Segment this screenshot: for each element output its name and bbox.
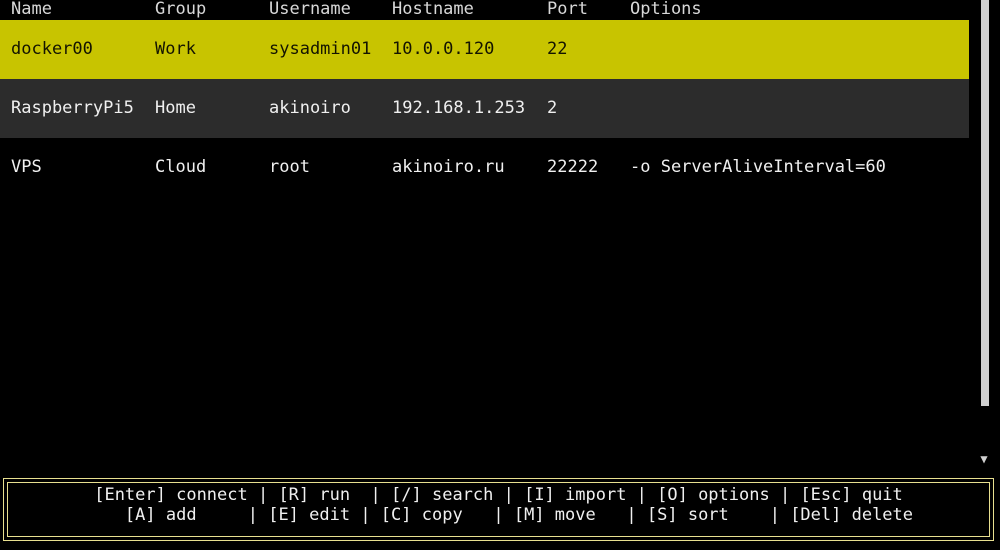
- table-row[interactable]: VPS Cloud root akinoiro.ru 22222 -o Serv…: [0, 138, 969, 197]
- table-row[interactable]: RaspberryPi5 Home akinoiro 192.168.1.253…: [0, 79, 969, 138]
- column-header-port[interactable]: Port: [547, 0, 588, 19]
- host-username: sysadmin01: [269, 39, 372, 59]
- host-options: -o ServerAliveInterval=60: [630, 157, 886, 177]
- host-name: VPS: [11, 157, 42, 177]
- vertical-scrollbar[interactable]: ▼: [977, 0, 991, 470]
- host-username: root: [269, 157, 310, 177]
- column-header-group[interactable]: Group: [155, 0, 206, 19]
- keybinding-help-panel: [Enter] connect | [R] run | [/] search |…: [3, 478, 994, 541]
- host-group: Home: [155, 98, 196, 118]
- column-header-name[interactable]: Name: [11, 0, 52, 19]
- host-port: 2: [547, 98, 558, 118]
- help-line-1: [Enter] connect | [R] run | [/] search |…: [94, 485, 903, 505]
- help-line-2: [A] add | [E] edit | [C] copy | [M] move…: [83, 505, 914, 525]
- host-group: Cloud: [155, 157, 207, 177]
- host-port: 22222: [547, 157, 599, 177]
- host-hostname: akinoiro.ru: [392, 157, 505, 177]
- scrollbar-thumb[interactable]: [981, 0, 989, 406]
- host-hostname: 192.168.1.253: [392, 98, 526, 118]
- host-name: RaspberryPi5: [11, 98, 134, 118]
- host-group: Work: [155, 39, 196, 59]
- column-header-username[interactable]: Username: [269, 0, 351, 19]
- scrollbar-track[interactable]: [981, 0, 989, 406]
- column-header-options[interactable]: Options: [630, 0, 702, 19]
- table-header: Name Group Username Hostname Port Option…: [0, 0, 969, 20]
- column-header-hostname[interactable]: Hostname: [392, 0, 474, 19]
- host-hostname: 10.0.0.120: [392, 39, 495, 59]
- host-name: docker00: [11, 39, 93, 59]
- scroll-down-arrow-icon[interactable]: ▼: [977, 451, 991, 467]
- host-username: akinoiro: [269, 98, 351, 118]
- table-row-selected[interactable]: docker00 Work sysadmin01 10.0.0.120 22: [0, 20, 969, 79]
- host-table: Name Group Username Hostname Port Option…: [0, 0, 969, 470]
- host-port: 22: [547, 39, 568, 59]
